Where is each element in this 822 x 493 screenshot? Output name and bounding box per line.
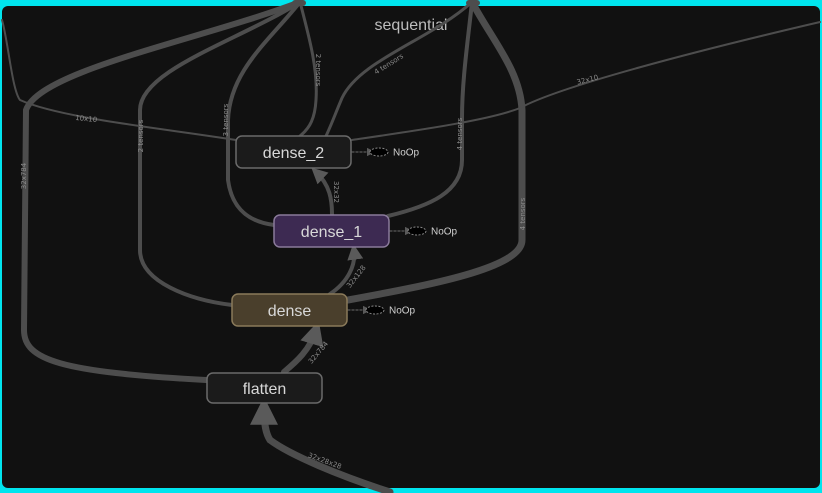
edge-label-top-left: 10x10	[75, 114, 98, 124]
edge-label-right-4t: 4 tensors	[456, 117, 464, 150]
edge-label-left-mid: 2 tensors	[137, 119, 145, 152]
noop-dense-label: NoOp	[389, 306, 416, 317]
noop-dense-2[interactable]: NoOp	[369, 147, 420, 159]
edge-label-top-right: 32x10	[576, 74, 599, 87]
graph-canvas: sequential 32x784 10x10 2 tensors 3 tens…	[0, 0, 822, 493]
node-flatten-label: flatten	[243, 381, 287, 398]
edge-label-center-3t: 3 tensors	[222, 103, 230, 136]
edge-center-thin[interactable]	[298, 0, 318, 138]
node-dense-1[interactable]: dense_1	[273, 214, 390, 248]
node-dense-2-label: dense_2	[263, 145, 324, 162]
top-anchor-left	[292, 0, 306, 6]
node-flatten[interactable]: flatten	[206, 372, 323, 404]
edge-label-left-outer: 32x784	[20, 162, 28, 189]
edge-input-flatten[interactable]	[250, 396, 394, 493]
edge-label-d1-d2: 32x32	[332, 181, 340, 203]
edge-f-d[interactable]	[281, 320, 324, 375]
noop-dense-1-label: NoOp	[431, 227, 458, 238]
graph-svg: sequential 32x784 10x10 2 tensors 3 tens…	[1, 0, 821, 493]
node-dense[interactable]: dense	[231, 293, 348, 327]
graph-title: sequential	[375, 17, 448, 34]
edge-label-right-4t-b: 4 tensors	[519, 197, 527, 230]
noop-dense-1[interactable]: NoOp	[407, 226, 458, 238]
edge-d1-d2[interactable]	[311, 167, 334, 216]
edge-right-d1[interactable]	[386, 0, 474, 218]
edge-left-thin[interactable]	[1, 19, 237, 141]
node-dense-2[interactable]: dense_2	[235, 135, 352, 169]
noop-dense[interactable]: NoOp	[365, 305, 416, 317]
edge-label-center-2t: 2 tensors	[314, 54, 322, 87]
node-dense-label: dense	[268, 303, 312, 320]
node-dense-1-label: dense_1	[301, 224, 362, 241]
top-anchor-right	[466, 0, 480, 6]
noop-dense-2-label: NoOp	[393, 148, 420, 159]
